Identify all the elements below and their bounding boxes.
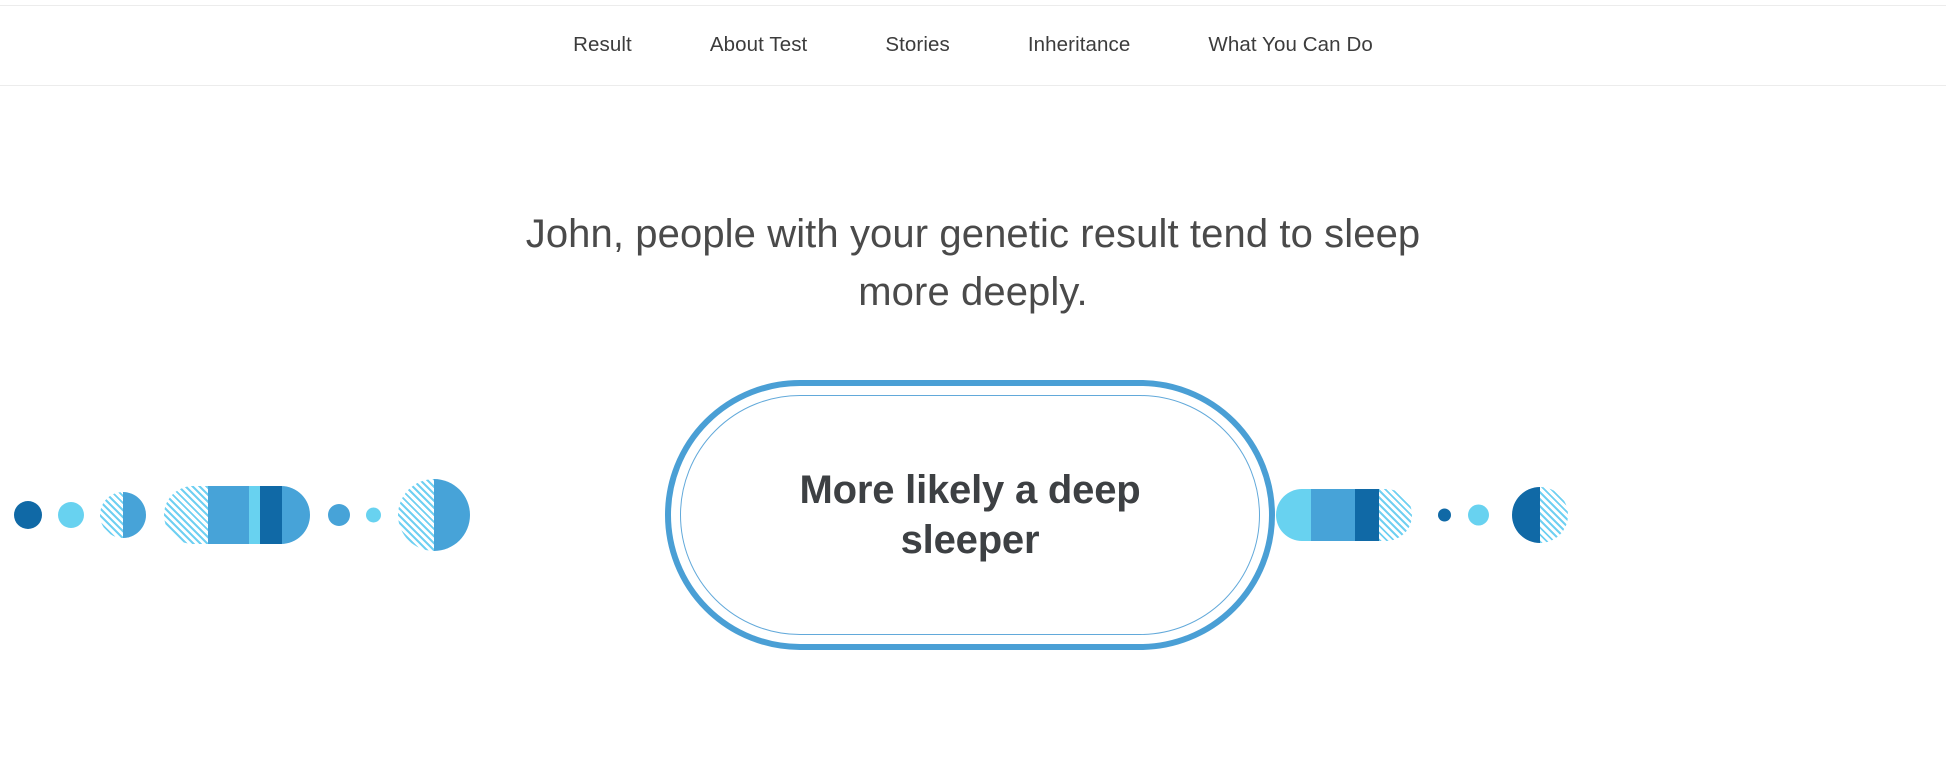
headline-line-1: John, people with your genetic result te…: [525, 211, 1421, 256]
capsule-striped-right-segment-2: [1354, 489, 1380, 541]
circle-split-edge: [1512, 487, 1568, 543]
result-badge-label: More likely a deep sleeper: [799, 468, 1141, 562]
page-headline: John, people with your genetic result te…: [0, 205, 1946, 321]
dot-cyan-r2: [1468, 504, 1489, 526]
nav-item-result[interactable]: Result: [534, 35, 671, 56]
capsule-striped-right-segment-0: [1276, 489, 1312, 541]
capsule-striped-right-segment-1: [1311, 489, 1355, 541]
result-badge[interactable]: More likely a deep sleeper: [665, 380, 1275, 650]
circle-split-edge-half-left: [1512, 487, 1540, 543]
nav-item-inheritance[interactable]: Inheritance: [989, 35, 1170, 56]
nav-item-list: Result About Test Stories Inheritance Wh…: [534, 35, 1412, 56]
result-badge-inner-ring: More likely a deep sleeper: [680, 395, 1260, 635]
circle-split-edge-half-right: [1540, 487, 1568, 543]
capsule-striped-right: [1276, 489, 1412, 541]
nav-item-stories[interactable]: Stories: [846, 35, 989, 56]
nav-item-about-test[interactable]: About Test: [671, 35, 847, 56]
dot-dark-tiny-r: [1438, 508, 1451, 522]
nav-item-what-you-can-do[interactable]: What You Can Do: [1169, 35, 1411, 56]
headline-line-2: more deeply.: [858, 269, 1088, 314]
top-navigation-bar: Result About Test Stories Inheritance Wh…: [0, 5, 1946, 86]
capsule-striped-right-segment-3: [1379, 489, 1412, 541]
